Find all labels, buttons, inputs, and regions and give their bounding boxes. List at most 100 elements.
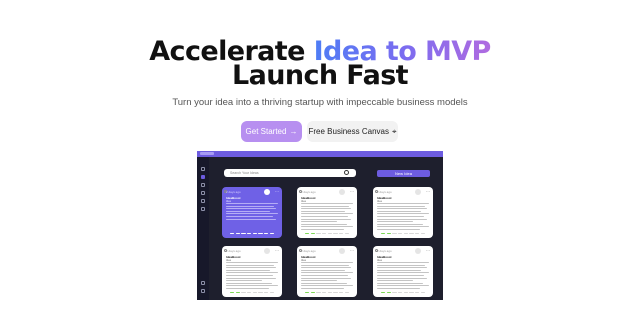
progress-segment	[339, 291, 344, 293]
progress-segment	[258, 232, 263, 234]
card-progress-bar	[381, 291, 425, 293]
text-line	[301, 287, 344, 289]
card-avatar	[264, 189, 270, 195]
text-line	[377, 221, 414, 223]
text-line	[377, 203, 429, 204]
progress-segment	[235, 232, 240, 234]
card-description	[377, 262, 429, 291]
text-line	[377, 267, 428, 269]
text-line	[226, 210, 271, 212]
card-description	[301, 262, 353, 291]
card-timestamp: 2 days ago	[377, 249, 392, 253]
text-line	[301, 205, 349, 207]
text-line	[301, 208, 352, 210]
text-line	[226, 282, 272, 284]
settings-icon	[201, 289, 205, 293]
card-description	[377, 203, 429, 232]
text-line	[301, 221, 338, 223]
progress-segment	[339, 232, 344, 234]
progress-segment	[310, 232, 315, 234]
progress-segment	[322, 232, 327, 234]
text-line	[377, 262, 429, 263]
progress-segment	[403, 232, 408, 234]
more-icon: ⋯	[426, 189, 430, 194]
progress-segment	[269, 232, 274, 234]
progress-segment	[398, 232, 403, 234]
free-business-canvas-button[interactable]: Free Business Canvas ⌖	[307, 121, 398, 142]
progress-segment	[241, 232, 246, 234]
idea-card: 2 days ago ⋯ IdeaBoost Idea	[297, 187, 357, 238]
text-line	[301, 215, 348, 217]
card-description	[226, 203, 278, 221]
progress-segment	[403, 291, 408, 293]
text-line	[226, 215, 273, 217]
preview-search-input: Search Your Ideas	[224, 169, 356, 177]
idea-card: 2 days ago ⋯ IdeaBoost Idea	[373, 246, 433, 297]
text-line	[301, 226, 353, 228]
more-icon: ⋯	[275, 248, 279, 253]
text-line	[301, 213, 353, 215]
card-avatar	[339, 189, 345, 195]
text-line	[301, 228, 344, 230]
text-line	[226, 264, 274, 266]
progress-segment	[316, 232, 321, 234]
text-line	[377, 280, 414, 282]
progress-segment	[392, 291, 397, 293]
card-timestamp: 2 days ago	[301, 190, 316, 194]
card-timestamp: 2 days ago	[377, 190, 392, 194]
text-line	[301, 269, 346, 271]
progress-segment	[305, 291, 310, 293]
text-line	[226, 272, 278, 274]
more-icon: ⋯	[426, 248, 430, 253]
text-line	[377, 264, 425, 266]
progress-segment	[409, 232, 414, 234]
text-line	[377, 208, 428, 210]
text-line	[301, 277, 351, 279]
progress-segment	[415, 232, 420, 234]
text-line	[377, 274, 424, 276]
progress-segment	[327, 232, 332, 234]
text-line	[301, 282, 347, 284]
text-line	[226, 267, 277, 269]
text-line	[301, 285, 353, 287]
preview-sidebar	[197, 157, 209, 300]
more-icon: ⋯	[350, 189, 354, 194]
progress-segment	[386, 232, 391, 234]
text-line	[377, 282, 423, 284]
get-started-button[interactable]: Get Started →	[241, 121, 302, 142]
card-timestamp: 2 days ago	[226, 190, 241, 194]
help-icon	[201, 281, 205, 285]
idea-card: 2 days ago ⋯ IdeaBoost Idea	[297, 246, 357, 297]
progress-segment	[305, 232, 310, 234]
text-line	[226, 274, 273, 276]
text-line	[301, 218, 351, 220]
card-description	[226, 262, 278, 291]
progress-segment	[415, 291, 420, 293]
text-line	[226, 287, 269, 289]
card-avatar	[264, 248, 270, 254]
text-line	[226, 208, 277, 210]
text-line	[226, 269, 271, 271]
progress-segment	[333, 291, 338, 293]
text-line	[377, 228, 420, 230]
text-line	[301, 274, 348, 276]
card-progress-bar	[230, 291, 274, 293]
card-progress-bar	[305, 232, 349, 234]
progress-segment	[344, 232, 349, 234]
progress-segment	[252, 291, 257, 293]
text-line	[226, 205, 274, 207]
progress-segment	[230, 232, 235, 234]
get-started-label: Get Started	[245, 127, 287, 136]
text-line	[301, 264, 349, 266]
rocket-icon	[201, 191, 205, 195]
preview-logo	[200, 152, 214, 155]
more-icon: ⋯	[275, 189, 279, 194]
text-line	[301, 223, 347, 225]
progress-segment	[235, 291, 240, 293]
progress-segment	[316, 291, 321, 293]
progress-segment	[252, 232, 257, 234]
text-line	[377, 277, 427, 279]
progress-segment	[398, 291, 403, 293]
more-icon: ⋯	[350, 248, 354, 253]
progress-segment	[409, 291, 414, 293]
